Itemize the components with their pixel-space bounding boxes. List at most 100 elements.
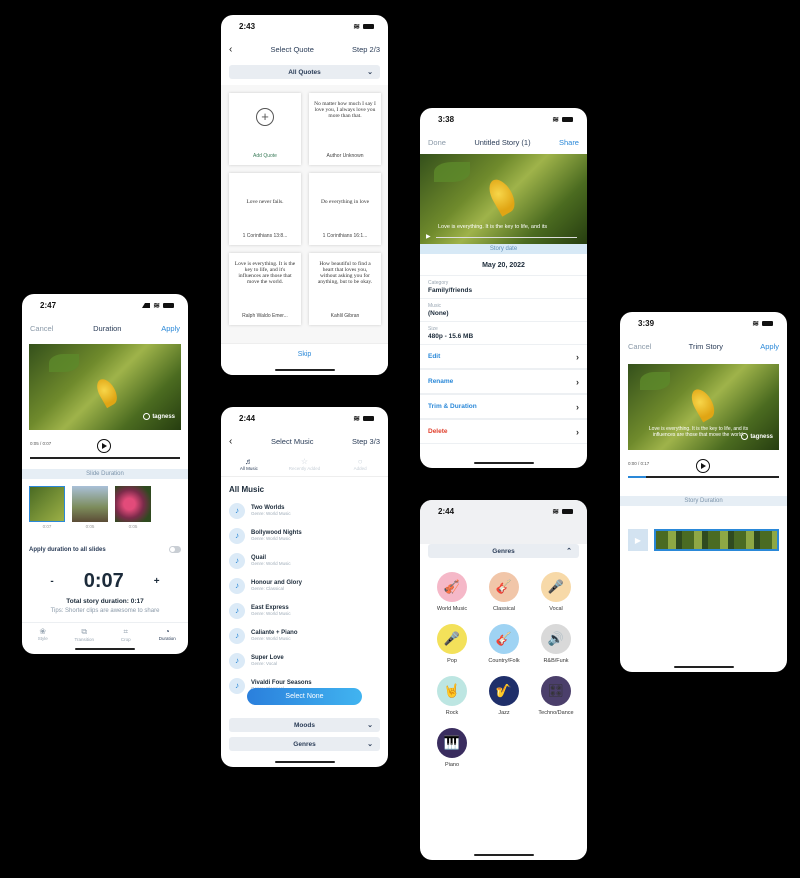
track-row[interactable]: ♪ Two Worlds Genre: World Music — [221, 498, 388, 523]
cancel-button[interactable]: Cancel — [30, 324, 53, 333]
tab-recently-added[interactable]: ☆ Recently Added — [277, 453, 333, 476]
apply-button[interactable]: Apply — [161, 324, 180, 333]
story-action-rename[interactable]: Rename › — [420, 369, 587, 394]
back-icon[interactable]: ‹ — [229, 44, 232, 55]
quote-grid: + Add Quote No matter how much I say I l… — [221, 85, 388, 355]
genre-icon: 🎸 — [489, 572, 519, 602]
star-icon: ☆ — [300, 457, 309, 466]
genre-item[interactable]: 🎸 Country/Folk — [484, 624, 524, 664]
field-label: Music — [428, 303, 442, 309]
tab-style[interactable]: ❀ Style — [22, 623, 64, 644]
action-label: Trim & Duration — [428, 403, 477, 410]
status-icons: ≋ — [142, 301, 174, 310]
increase-button[interactable]: + — [154, 576, 160, 587]
timeline-frames[interactable] — [654, 529, 779, 551]
slide-thumb[interactable]: 0:05 — [115, 486, 151, 529]
genre-item[interactable]: 🎤 Vocal — [536, 572, 576, 612]
leaf-image — [49, 354, 79, 372]
genres-dropdown[interactable]: Genres ⌃ — [428, 544, 579, 558]
duration-value: 0:07 — [83, 570, 124, 592]
field-label: Category — [428, 280, 449, 286]
genre-item[interactable]: 🎹 Piano — [432, 728, 472, 768]
field-value: 480p - 15.6 MB — [428, 333, 474, 340]
moods-dropdown[interactable]: Moods ⌄ — [229, 718, 380, 732]
story-field: Music (None) — [420, 298, 587, 321]
time-readout: 0:05 / 0:07 — [30, 441, 52, 446]
status-time: 3:39 — [638, 318, 655, 328]
battery-icon — [562, 116, 573, 122]
music-note-icon: ♪ — [229, 552, 245, 569]
track-row[interactable]: ♪ Super Love Genre: Vocal — [221, 648, 388, 673]
chevron-down-icon: ⌄ — [367, 722, 373, 729]
tab-duration[interactable]: ◔ Duration — [147, 623, 189, 644]
apply-all-label: Apply duration to all slides — [29, 546, 106, 553]
slide-thumb[interactable]: 0:07 — [29, 486, 65, 529]
video-preview[interactable]: Love is everything. It is the key to lif… — [420, 154, 587, 244]
decrease-button[interactable]: - — [50, 576, 53, 587]
genre-icon: 🎻 — [437, 572, 467, 602]
trim-screen: 3:39 ≋ Cancel Trim Story Apply Love is ev… — [620, 312, 787, 672]
quote-card[interactable]: Love is everything. It is the key to lif… — [229, 253, 301, 325]
quote-card[interactable]: Love never fails. 1 Corinthians 13:8... — [229, 173, 301, 245]
apply-button[interactable]: Apply — [760, 342, 779, 351]
track-row[interactable]: ♪ East Express Genre: World Music — [221, 598, 388, 623]
leaf-image — [434, 162, 470, 182]
progress-bar[interactable] — [628, 476, 779, 478]
quote-card[interactable]: How beautiful to find a heart that loves… — [309, 253, 381, 325]
track-list: ♪ Two Worlds Genre: World Music ♪ Bollywood … — [221, 498, 388, 698]
video-preview[interactable]: tagness — [29, 344, 181, 430]
signal-icon — [142, 302, 151, 308]
tab-all-music[interactable]: ♬ All Music — [221, 453, 277, 476]
back-icon[interactable]: ‹ — [229, 436, 232, 447]
trim-timeline[interactable]: ▶ — [628, 529, 779, 551]
share-button[interactable]: Share — [559, 138, 579, 147]
slide-thumb[interactable]: 0:05 — [72, 486, 108, 529]
track-row[interactable]: ♪ Quail Genre: World Music — [221, 548, 388, 573]
video-caption: Love is everything. It is the key to lif… — [648, 426, 749, 438]
home-indicator — [473, 462, 534, 464]
select-none-button[interactable]: Select None — [247, 688, 362, 705]
genre-icon: 🔊 — [541, 624, 571, 654]
story-action-edit[interactable]: Edit › — [420, 344, 587, 369]
cancel-button[interactable]: Cancel — [628, 342, 651, 351]
play-icon — [97, 439, 111, 453]
quote-filter-dropdown[interactable]: All Quotes ⌄ — [229, 65, 380, 79]
track-row[interactable]: ♪ Bollywood Nights Genre: World Music — [221, 523, 388, 548]
status-bar: 2:47 ≋ — [22, 294, 188, 316]
progress-bar[interactable] — [30, 457, 180, 459]
play-button[interactable] — [97, 436, 111, 454]
genre-item[interactable]: 🎤 Pop — [432, 624, 472, 664]
track-row[interactable]: ♪ Caliante + Piano Genre: World Music — [221, 623, 388, 648]
quote-card[interactable]: No matter how much I say I love you, I a… — [309, 93, 381, 165]
progress-bar[interactable] — [436, 237, 577, 238]
tab-added[interactable]: ○ Added — [332, 453, 388, 476]
story-action-trim-duration[interactable]: Trim & Duration › — [420, 394, 587, 419]
track-row[interactable]: ♪ Honour and Glory Genre: Classical — [221, 573, 388, 598]
genre-item[interactable]: 🤘 Rock — [432, 676, 472, 716]
play-button[interactable] — [696, 456, 710, 474]
genre-item[interactable]: 🎛 Techno/Dance — [536, 676, 576, 716]
tab-transition[interactable]: ⧉ Transition — [64, 623, 106, 644]
play-icon[interactable]: ▶ — [426, 233, 431, 240]
timeline-play-button[interactable]: ▶ — [628, 529, 648, 551]
done-button[interactable]: Done — [428, 138, 446, 147]
genre-item[interactable]: 🎷 Jazz — [484, 676, 524, 716]
apply-all-toggle[interactable] — [169, 546, 181, 553]
genres-dropdown[interactable]: Genres ⌄ — [229, 737, 380, 751]
story-actions: Edit › Rename › Trim & Duration › Delete › — [420, 344, 587, 444]
genre-item[interactable]: 🔊 R&B/Funk — [536, 624, 576, 664]
genre-icon: 🎸 — [489, 624, 519, 654]
crop-icon: ⌗ — [123, 627, 128, 636]
tab-crop[interactable]: ⌗ Crop — [105, 623, 147, 644]
battery-icon — [762, 320, 773, 326]
status-icons: ≋ — [353, 22, 374, 31]
genre-item[interactable]: 🎻 World Music — [432, 572, 472, 612]
add-quote-card[interactable]: + Add Quote — [229, 93, 301, 165]
track-genre: Genre: World Music — [251, 511, 291, 516]
story-date-strip: Story date — [420, 244, 587, 254]
genre-item[interactable]: 🎸 Classical — [484, 572, 524, 612]
total-duration: Total story duration: 0:17 — [66, 598, 144, 605]
video-preview[interactable]: Love is everything. It is the key to lif… — [628, 364, 779, 450]
quote-card[interactable]: Do everything in love 1 Corinthians 16:1.… — [309, 173, 381, 245]
story-action-delete[interactable]: Delete › — [420, 419, 587, 444]
